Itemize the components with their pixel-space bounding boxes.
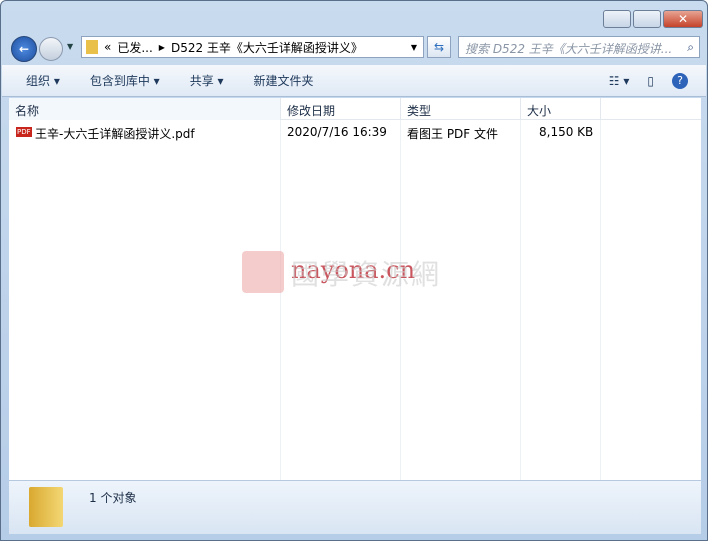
forward-button[interactable] xyxy=(39,37,63,61)
item-count: 1 个对象 xyxy=(89,491,137,505)
help-icon[interactable]: ? xyxy=(672,72,688,89)
preview-pane-icon[interactable]: ▯ xyxy=(647,74,654,88)
watermark-chars: 國學資源網 xyxy=(291,258,442,291)
search-icon: ⌕ xyxy=(687,40,694,54)
column-type[interactable]: 类型 xyxy=(401,98,521,120)
pdf-file-icon: PDF xyxy=(16,127,32,137)
column-size[interactable]: 大小 xyxy=(521,98,601,120)
close-button[interactable]: ✕ xyxy=(663,10,703,28)
refresh-button[interactable]: ⇆ xyxy=(427,36,451,58)
breadcrumb-parent[interactable]: 已发... xyxy=(117,39,152,56)
file-date: 2020/7/16 16:39 xyxy=(287,125,387,139)
file-size: 8,150 KB xyxy=(539,125,594,139)
address-bar[interactable]: « 已发... ▶ D522 王辛《大六壬详解函授讲义》 ▼ xyxy=(81,36,424,58)
explorer-window: ✕ ← ▼ « 已发... ▶ D522 王辛《大六壬详解函授讲义》 ▼ ⇆ 搜… xyxy=(0,0,708,541)
search-input[interactable]: 搜索 D522 王辛《大六壬详解函授讲... ⌕ xyxy=(458,36,700,58)
share-button[interactable]: 共享 ▾ xyxy=(190,72,224,89)
file-name[interactable]: 王辛-大六壬详解函授讲义.pdf xyxy=(35,125,195,142)
folder-large-icon xyxy=(29,487,63,527)
status-bar: 1 个对象 xyxy=(9,480,701,534)
column-name[interactable]: 名称 xyxy=(9,98,281,120)
recent-pages-dropdown-icon[interactable]: ▼ xyxy=(67,42,73,51)
organize-button[interactable]: 组织 ▾ xyxy=(26,72,60,89)
breadcrumb-current[interactable]: D522 王辛《大六壬详解函授讲义》 xyxy=(171,39,363,56)
folder-icon xyxy=(86,40,98,54)
command-bar: 组织 ▾ 包含到库中 ▾ 共享 ▾ 新建文件夹 ☷ ▾ ▯ ? xyxy=(2,65,706,97)
file-row[interactable]: PDF 王辛-大六壬详解函授讲义.pdf 2020/7/16 16:39 看图王… xyxy=(9,123,701,143)
include-in-library-button[interactable]: 包含到库中 ▾ xyxy=(90,72,160,89)
file-type: 看图王 PDF 文件 xyxy=(407,127,499,141)
maximize-button[interactable] xyxy=(633,10,661,28)
address-overflow[interactable]: « xyxy=(104,40,111,54)
column-date[interactable]: 修改日期 xyxy=(281,98,401,120)
back-button[interactable]: ← xyxy=(11,36,37,62)
address-dropdown-icon[interactable]: ▼ xyxy=(411,43,417,52)
new-folder-button[interactable]: 新建文件夹 xyxy=(254,72,314,89)
minimize-button[interactable] xyxy=(603,10,631,28)
view-options-icon[interactable]: ☷ ▾ xyxy=(609,74,630,88)
column-headers: 名称 修改日期 类型 大小 xyxy=(9,98,701,120)
watermark-logo xyxy=(242,251,284,293)
file-list: PDF 王辛-大六壬详解函授讲义.pdf 2020/7/16 16:39 看图王… xyxy=(9,120,701,480)
